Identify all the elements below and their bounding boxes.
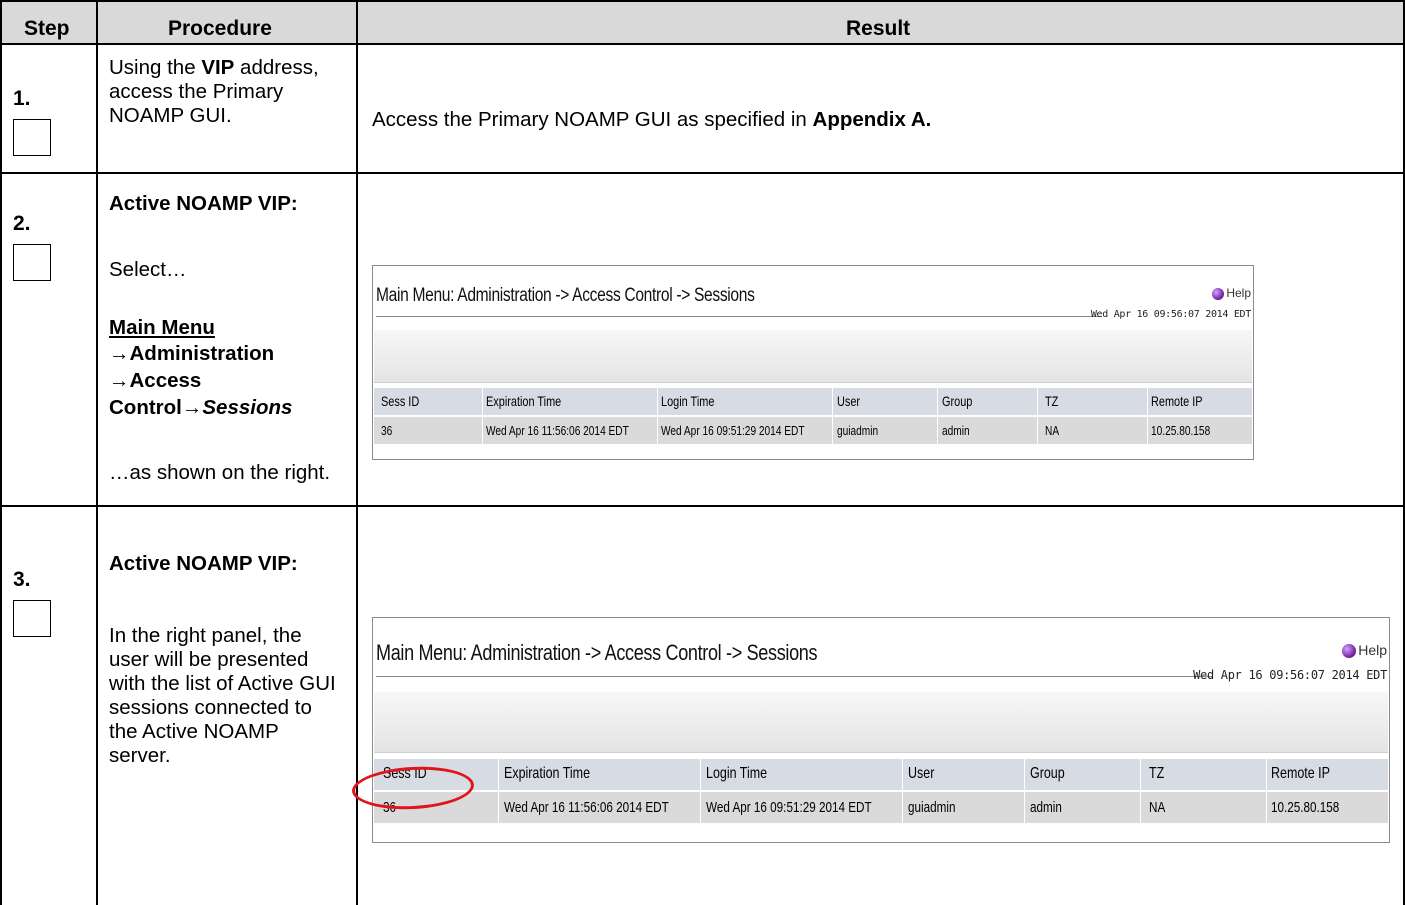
col-expiration-time[interactable]: Expiration Time xyxy=(486,393,561,409)
menu-path-access: →Access xyxy=(109,369,202,392)
cell-tz: NA xyxy=(1045,423,1060,438)
procedure-heading: Active NOAMP VIP: xyxy=(109,192,298,215)
cell-expiration-time: Wed Apr 16 11:56:06 2014 EDT xyxy=(486,423,629,438)
step-checkbox-3[interactable] xyxy=(13,600,51,637)
step-checkbox-1[interactable] xyxy=(13,119,51,156)
step-number-3: 3. xyxy=(13,568,31,591)
col-remote-ip[interactable]: Remote IP xyxy=(1271,765,1330,783)
menu-path-control: Control→ xyxy=(109,396,203,419)
col-sess-id[interactable]: Sess ID xyxy=(381,393,419,409)
col-login-time[interactable]: Login Time xyxy=(706,765,767,783)
step-number-1: 1. xyxy=(13,87,31,110)
help-link[interactable]: Help xyxy=(1342,642,1387,659)
sessions-screenshot-large: Main Menu: Administration -> Access Cont… xyxy=(372,617,1390,843)
gui-timestamp: Wed Apr 16 09:56:07 2014 EDT xyxy=(1193,668,1387,682)
procedure-heading: Active NOAMP VIP: xyxy=(109,552,298,575)
gui-timestamp: Wed Apr 16 09:56:07 2014 EDT xyxy=(1090,309,1251,320)
col-expiration-time[interactable]: Expiration Time xyxy=(504,765,590,783)
menu-path-admin: →Administration xyxy=(109,342,275,365)
procedure-text-2: Active NOAMP VIP: Select… Main Menu →Adm… xyxy=(109,192,341,485)
help-icon xyxy=(1212,287,1225,300)
procedure-tail: …as shown on the right. xyxy=(109,461,331,484)
gui-page-title: Main Menu: Administration -> Access Cont… xyxy=(376,640,818,665)
cell-user: guiadmin xyxy=(837,423,879,438)
cell-user: guiadmin xyxy=(908,799,956,816)
header-result: Result xyxy=(846,17,911,40)
step-number-2: 2. xyxy=(13,212,31,235)
step-checkbox-2[interactable] xyxy=(13,244,51,281)
menu-path-main: Main Menu xyxy=(109,316,215,339)
cell-remote-ip: 10.25.80.158 xyxy=(1271,799,1340,816)
help-icon xyxy=(1342,644,1357,659)
col-login-time[interactable]: Login Time xyxy=(661,393,714,409)
result-text-1: Access the Primary NOAMP GUI as specifie… xyxy=(372,108,932,131)
gui-page-title: Main Menu: Administration -> Access Cont… xyxy=(376,285,755,306)
cell-login-time: Wed Apr 16 09:51:29 2014 EDT xyxy=(706,799,872,816)
cell-login-time: Wed Apr 16 09:51:29 2014 EDT xyxy=(661,423,805,438)
cell-remote-ip: 10.25.80.158 xyxy=(1151,423,1211,438)
procedure-body: In the right panel, the user will be pre… xyxy=(109,624,336,767)
col-group[interactable]: Group xyxy=(942,393,972,409)
procedure-select: Select… xyxy=(109,258,187,281)
menu-path-sessions: Sessions xyxy=(202,396,293,419)
cell-expiration-time: Wed Apr 16 11:56:06 2014 EDT xyxy=(504,799,669,816)
sessions-screenshot-small: Main Menu: Administration -> Access Cont… xyxy=(372,265,1254,460)
procedure-text-1: Using the VIP address, access the Primar… xyxy=(109,56,319,127)
header-procedure: Procedure xyxy=(168,17,272,40)
col-tz[interactable]: TZ xyxy=(1149,765,1164,783)
col-remote-ip[interactable]: Remote IP xyxy=(1151,393,1203,409)
cell-sess-id: 36 xyxy=(381,423,393,438)
col-group[interactable]: Group xyxy=(1030,765,1065,783)
col-tz[interactable]: TZ xyxy=(1045,393,1058,409)
procedure-text-3: Active NOAMP VIP: In the right panel, th… xyxy=(109,552,341,768)
cell-group: admin xyxy=(1030,799,1062,816)
col-user[interactable]: User xyxy=(908,765,934,783)
cell-group: admin xyxy=(942,423,970,438)
header-step: Step xyxy=(24,17,70,40)
cell-tz: NA xyxy=(1149,799,1166,816)
col-user[interactable]: User xyxy=(837,393,860,409)
help-link[interactable]: Help xyxy=(1212,286,1251,300)
